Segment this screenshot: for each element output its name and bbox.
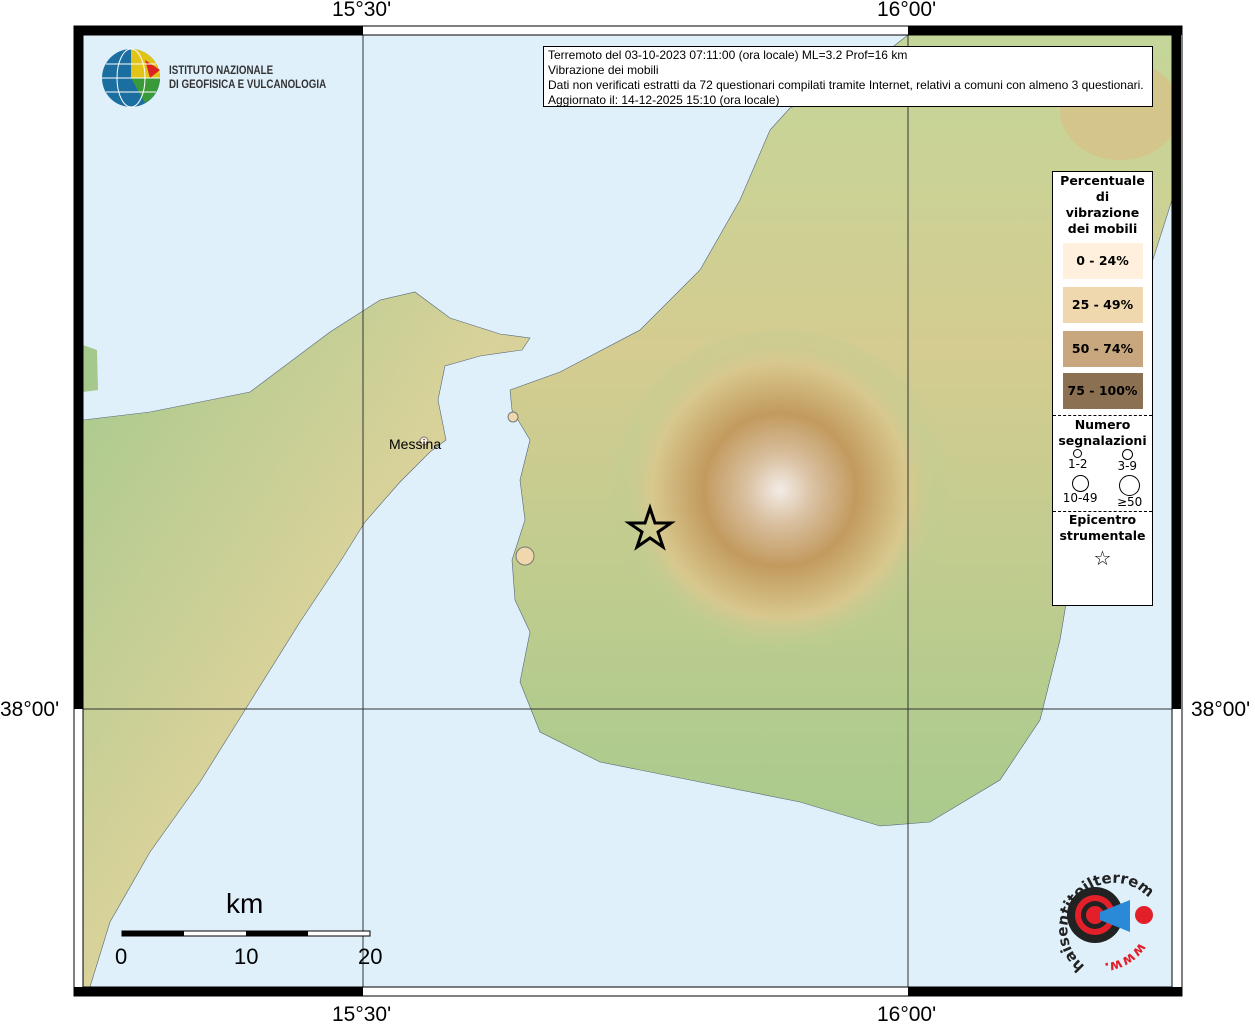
legend: Percentuale di vibrazione dei mobili 0 -… <box>1052 171 1153 606</box>
lon-tick-top: 15°30' <box>332 0 392 21</box>
land-sicily-north <box>83 345 98 392</box>
star-icon: ☆ <box>1093 546 1112 570</box>
ingv-line2: DI GEOFISICA E VULCANOLOGIA <box>169 79 327 91</box>
epicenter-title: Epicentro strumentale <box>1059 512 1146 543</box>
legend-class: 75 - 100% <box>1062 373 1143 409</box>
scale-label: 0 <box>115 944 128 969</box>
lat-tick-left: 38°00' <box>0 698 60 721</box>
event-title: Terremoto del 03-10-2023 07:11:00 (ora l… <box>548 48 908 62</box>
count-class: ≥50 <box>1116 495 1143 509</box>
report-circle[interactable] <box>507 411 519 423</box>
lat-tick-right: 38°00' <box>1191 698 1251 721</box>
scale-unit: km <box>226 888 264 919</box>
legend-class: 25 - 49% <box>1062 287 1143 323</box>
ingv-logo-text: ISTITUTO NAZIONALE DI GEOFISICA E VULCAN… <box>169 64 326 92</box>
count-class: 10-49 <box>1062 491 1098 505</box>
data-note: Dati non verificati estratti da 72 quest… <box>548 78 1144 92</box>
legend-title: Percentuale di vibrazione dei mobili <box>1060 173 1145 236</box>
updated-at: Aggiornato il: 14-12-2025 15:10 (ora loc… <box>548 93 780 107</box>
report-circle[interactable] <box>515 546 535 566</box>
event-info-box: Terremoto del 03-10-2023 07:11:00 (ora l… <box>543 46 1153 107</box>
aspromonte-relief <box>610 330 950 650</box>
place-label-messina: Messina <box>389 436 442 452</box>
lon-tick-bottom: 15°30' <box>332 1003 392 1026</box>
scale-bar <box>121 930 371 937</box>
count-title: Numero segnalazioni <box>1058 417 1147 448</box>
scale-label: 10 <box>234 944 259 969</box>
count-class: 3-9 <box>1117 459 1138 473</box>
lon-tick-bottom: 16°00' <box>877 1003 937 1026</box>
lon-tick-top: 16°00' <box>877 0 937 21</box>
scale-label: 20 <box>358 944 383 969</box>
legend-class: 0 - 24% <box>1062 243 1143 279</box>
legend-class: 50 - 74% <box>1062 331 1143 367</box>
count-class: 1-2 <box>1067 457 1088 471</box>
ingv-logo-icon <box>102 48 160 108</box>
ingv-line1: ISTITUTO NAZIONALE <box>169 65 274 77</box>
map-subject: Vibrazione dei mobili <box>548 63 659 77</box>
